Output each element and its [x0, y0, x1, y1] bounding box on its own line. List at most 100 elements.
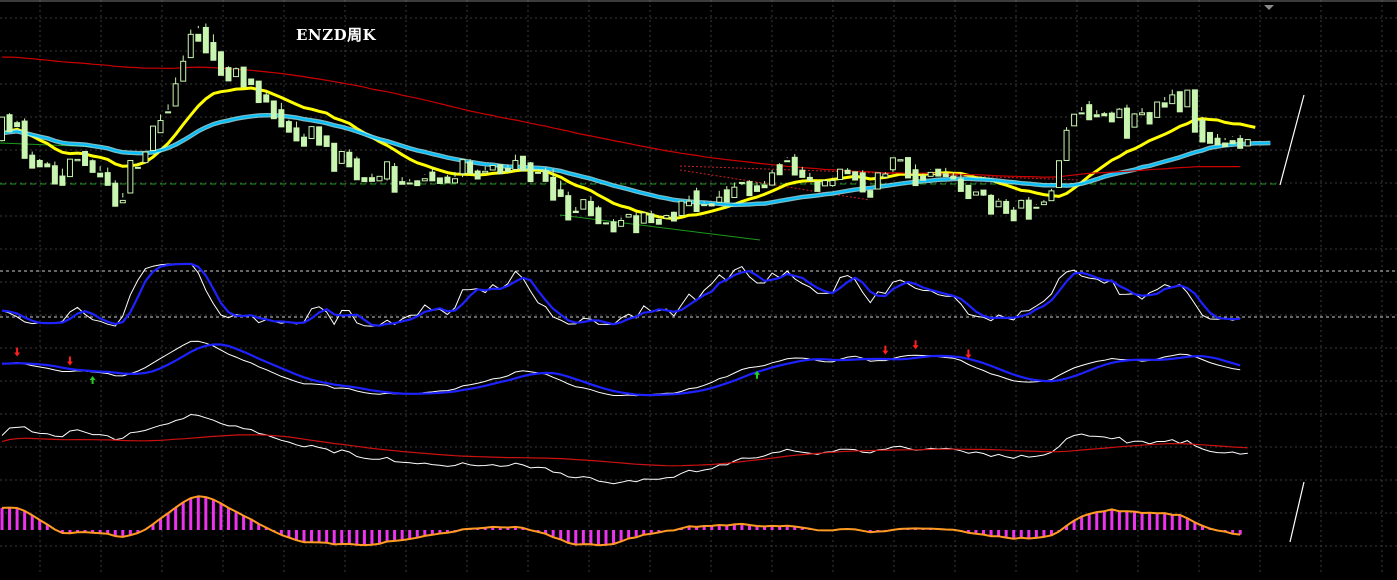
candle-down	[587, 200, 594, 217]
oscillator-2-fast-line	[1, 340, 1241, 397]
macd-panel	[0, 495, 1242, 547]
oscillator-2-panel	[1, 340, 1241, 397]
candle-down	[557, 189, 564, 197]
candle-up	[1116, 108, 1123, 119]
oscillator-1-slow-line	[1, 262, 1241, 327]
candle-down	[1086, 104, 1093, 121]
candle-down	[6, 114, 13, 133]
candle-down	[217, 51, 224, 76]
sell-signal-arrow	[912, 340, 919, 350]
candle-down	[1146, 112, 1153, 125]
candle-down	[444, 176, 451, 184]
moving-average-line	[1, 114, 1271, 206]
candle-down	[225, 67, 232, 82]
projection-line	[1279, 94, 1305, 186]
candle-down	[391, 166, 398, 193]
candle-up	[678, 200, 685, 216]
candle-up	[338, 150, 345, 164]
candle-down	[97, 172, 104, 178]
candle-down	[980, 189, 987, 196]
candle-up	[535, 171, 542, 174]
candle-down	[988, 194, 995, 215]
candle-down	[240, 66, 247, 88]
candle-down	[270, 100, 277, 120]
candle-down	[905, 157, 911, 179]
candle-up	[482, 170, 489, 174]
candle-down	[1199, 119, 1206, 143]
candle-up	[1056, 160, 1062, 188]
candle-up	[1154, 101, 1161, 118]
candle-up	[157, 120, 164, 134]
candle-down	[1010, 209, 1017, 222]
candle-down	[1229, 140, 1236, 145]
candle-down	[670, 211, 677, 222]
candle-down	[255, 80, 262, 104]
candle-down	[51, 165, 58, 185]
oscillator-2-slow-line	[1, 343, 1241, 397]
candle-down	[1003, 200, 1010, 214]
candle-up	[784, 160, 791, 163]
candle-down	[1025, 199, 1032, 220]
candle-up	[376, 175, 383, 182]
candle-up	[625, 213, 632, 218]
candle-down	[361, 177, 368, 183]
candle-up	[165, 111, 172, 114]
candle-down	[104, 172, 111, 186]
candle-down	[1207, 131, 1213, 144]
candle-down	[1161, 102, 1168, 108]
candle-up	[384, 161, 391, 180]
candle-down	[942, 173, 949, 178]
candle-down	[957, 178, 964, 192]
candle-down	[414, 180, 421, 187]
candle-up	[889, 157, 896, 171]
candle-down	[1093, 114, 1100, 118]
candle-down	[1176, 91, 1183, 113]
candle-down	[776, 164, 783, 176]
chart-svg	[0, 0, 1397, 575]
candle-down	[852, 171, 859, 181]
candle-down	[859, 172, 866, 193]
candle-down	[761, 184, 768, 189]
candle-up	[821, 180, 828, 187]
candle-up	[489, 164, 496, 171]
candle-up	[1184, 89, 1191, 108]
oscillator-3-average-line	[1, 434, 1248, 467]
candle-down	[406, 182, 413, 185]
sell-signal-arrow	[14, 347, 21, 357]
candle-down	[1033, 206, 1040, 209]
candle-down	[1214, 137, 1221, 146]
candle-down	[1123, 107, 1130, 139]
sell-signal-arrow	[66, 356, 73, 366]
candle-down	[723, 189, 730, 203]
candle-down	[572, 210, 579, 214]
candle-up	[716, 196, 723, 203]
candle-down	[301, 136, 307, 147]
candle-down	[1108, 112, 1115, 123]
candle-up	[1063, 129, 1070, 161]
candle-up	[74, 158, 81, 162]
candle-up	[180, 60, 187, 82]
candle-down	[82, 150, 89, 166]
candle-down	[14, 122, 21, 128]
candle-down	[806, 176, 813, 182]
candle-down	[429, 171, 436, 182]
candle-down	[195, 33, 202, 42]
candle-up	[1169, 94, 1176, 105]
candle-down	[202, 26, 209, 54]
candle-down	[633, 215, 640, 234]
candle-up	[0, 116, 5, 142]
candle-up	[142, 151, 149, 164]
trend-line	[559, 214, 761, 241]
candle-up	[1048, 190, 1055, 202]
candle-down	[814, 180, 821, 192]
candle-down	[263, 94, 270, 103]
candle-up	[927, 171, 934, 177]
chart-area: ENZD周K	[0, 0, 1397, 575]
candle-down	[746, 181, 753, 197]
candle-up	[618, 219, 625, 227]
candle-down	[474, 170, 481, 180]
candle-down	[542, 170, 549, 182]
candle-down	[29, 154, 36, 169]
decoration-layer	[1264, 5, 1305, 543]
candle-up	[829, 180, 836, 187]
